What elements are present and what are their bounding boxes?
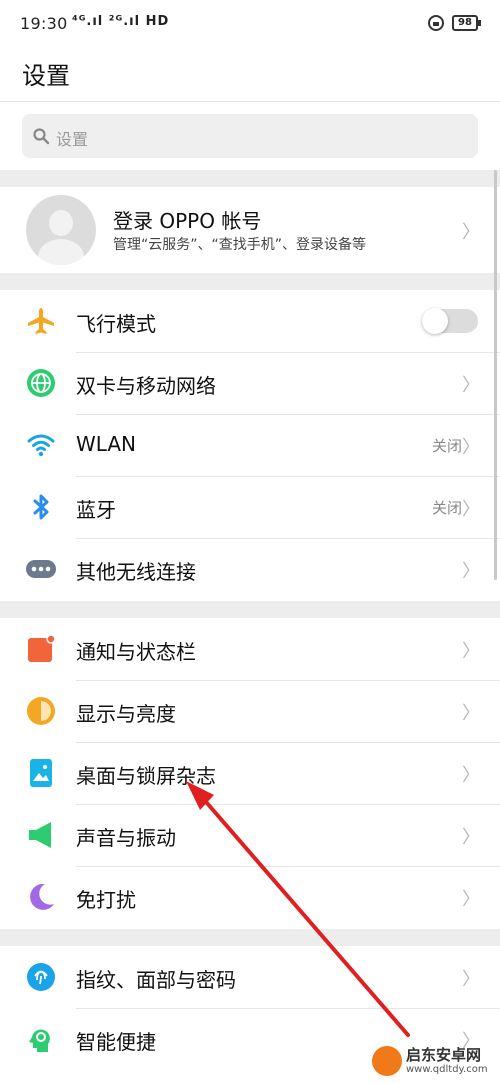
settings-item-label: WLAN — [76, 432, 137, 456]
settings-item-do-not-disturb[interactable]: 免打扰 〉 — [0, 866, 500, 928]
brightness-icon — [27, 697, 55, 725]
settings-item-sound[interactable]: 声音与振动 〉 — [0, 804, 500, 866]
account-title: 登录 OPPO 帐号 — [113, 209, 262, 233]
chevron-right-icon: 〉 — [462, 969, 480, 990]
bluetooth-status: 关闭 — [431, 499, 462, 517]
settings-item-label: 显示与亮度 — [76, 702, 176, 726]
battery-icon: 98 — [452, 15, 481, 31]
settings-item-label: 通知与状态栏 — [76, 640, 196, 664]
settings-item-wlan[interactable]: WLAN 关闭 〉 — [0, 414, 500, 476]
account-subtitle: 管理“云服务”、“查找手机”、登录设备等 — [113, 237, 367, 253]
scrollbar[interactable] — [494, 170, 497, 580]
chevron-right-icon: 〉 — [462, 499, 480, 520]
settings-item-airplane-mode[interactable]: 飞行模式 — [0, 290, 500, 352]
watermark-title: 启东安卓网 — [406, 1046, 482, 1064]
settings-item-label: 指纹、面部与密码 — [76, 968, 236, 992]
settings-item-other-wireless[interactable]: 其他无线连接 〉 — [0, 538, 500, 600]
settings-item-label: 智能便捷 — [76, 1030, 156, 1054]
settings-item-notifications[interactable]: 通知与状态栏 〉 — [0, 618, 500, 680]
settings-item-fingerprint[interactable]: 指纹、面部与密码 〉 — [0, 946, 500, 1008]
settings-item-label: 双卡与移动网络 — [76, 374, 216, 398]
chevron-right-icon: 〉 — [462, 561, 480, 582]
page-title: 设置 — [22, 62, 70, 90]
settings-item-label: 声音与振动 — [76, 826, 176, 850]
settings-item-label: 蓝牙 — [76, 498, 116, 522]
settings-item-display[interactable]: 显示与亮度 〉 — [0, 680, 500, 742]
search-section: 设置 — [0, 102, 500, 170]
settings-item-dual-sim[interactable]: 双卡与移动网络 〉 — [0, 352, 500, 414]
speaker-icon — [29, 822, 51, 848]
search-placeholder: 设置 — [56, 130, 89, 149]
chevron-right-icon: 〉 — [462, 437, 480, 458]
rotation-lock-icon — [428, 15, 444, 31]
status-time: 19:30 — [20, 14, 68, 33]
chevron-right-icon: 〉 — [462, 222, 480, 243]
moon-icon — [30, 883, 54, 910]
watermark-logo: 启东安卓网 www.qdltdy.com — [370, 1042, 500, 1083]
globe-icon — [27, 369, 55, 397]
settings-item-bluetooth[interactable]: 蓝牙 关闭 〉 — [0, 476, 500, 538]
wallpaper-icon — [30, 759, 52, 787]
fingerprint-icon — [27, 963, 55, 991]
search-input[interactable]: 设置 — [22, 114, 478, 158]
settings-item-label: 免打扰 — [76, 888, 136, 912]
settings-item-label: 桌面与锁屏杂志 — [76, 764, 216, 788]
page-header: 设置 — [0, 46, 500, 101]
settings-item-label: 其他无线连接 — [76, 560, 196, 584]
account-login-row[interactable]: 登录 OPPO 帐号 管理“云服务”、“查找手机”、登录设备等 〉 — [0, 187, 500, 273]
wifi-icon — [27, 434, 55, 457]
settings-item-home-lock-magazine[interactable]: 桌面与锁屏杂志 〉 — [0, 742, 500, 804]
airplane-mode-toggle[interactable] — [422, 308, 478, 334]
wlan-status: 关闭 — [431, 437, 462, 455]
chevron-right-icon: 〉 — [462, 703, 480, 724]
settings-item-label: 飞行模式 — [76, 312, 156, 336]
signal-indicators: ⁴ᴳ.ıl ²ᴳ.ıl HD — [72, 14, 170, 29]
chevron-right-icon: 〉 — [462, 765, 480, 786]
watermark-icon — [372, 1046, 402, 1076]
more-connections-icon — [26, 560, 56, 578]
chevron-right-icon: 〉 — [462, 641, 480, 662]
chevron-right-icon: 〉 — [462, 375, 480, 396]
chevron-right-icon: 〉 — [462, 827, 480, 848]
watermark-url: www.qdltdy.com — [406, 1064, 488, 1075]
avatar — [26, 195, 96, 265]
search-icon — [33, 128, 50, 145]
personalization-section: 通知与状态栏 〉 显示与亮度 〉 桌面与锁屏杂志 〉 声音与振动 〉 免打扰 〉 — [0, 618, 500, 929]
bluetooth-icon — [33, 494, 49, 520]
status-bar: 19:30 ⁴ᴳ.ıl ²ᴳ.ıl HD 98 — [0, 0, 500, 46]
airplane-icon — [28, 308, 54, 334]
smart-assist-icon — [29, 1029, 50, 1052]
connectivity-section: 飞行模式 双卡与移动网络 〉 WLAN 关闭 〉 蓝牙 关闭 〉 其他无线连接 … — [0, 290, 500, 601]
chevron-right-icon: 〉 — [462, 889, 480, 910]
notification-icon — [28, 634, 56, 662]
